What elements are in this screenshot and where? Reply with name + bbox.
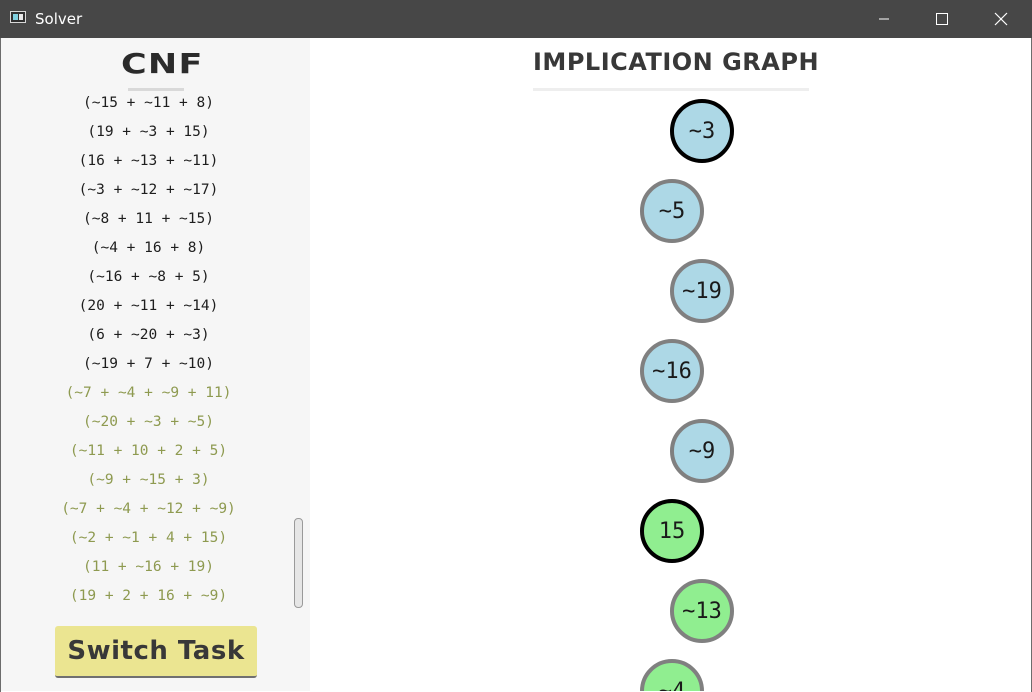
graph-node[interactable]: 15 [640,499,704,563]
clause-item: (16 + ~13 + ~11) [78,153,219,169]
graph-node-label: ~19 [682,278,722,304]
clause-item: (~15 + ~11 + 8) [83,95,214,111]
clause-item: (~19 + 7 + ~10) [83,356,214,372]
window-content: CNF (~15 + ~11 + 8) (19 + ~3 + 15) (16 + ~… [1,38,1031,691]
clause-item: (~4 + 16 + 8) [91,240,206,256]
graph-node-label: ~4 [658,678,686,692]
maximize-icon [936,13,948,25]
window-title: Solver [35,10,83,28]
graph-node-label: ~13 [682,598,722,624]
clause-list-scrollbar[interactable] [294,518,303,609]
graph-title-underline [533,88,809,91]
cnf-title: CNF [121,47,204,80]
clause-item: (19 + ~3 + 15) [87,124,210,140]
clause-item: (~7 + ~4 + ~9 + 11) [65,385,232,401]
close-button[interactable] [972,0,1030,38]
clause-item: (~9 + ~15 + 3) [87,472,210,488]
graph-node[interactable]: ~5 [640,179,704,243]
graph-node[interactable]: ~16 [640,339,704,403]
close-icon [994,12,1008,26]
clause-item: (~8 + 11 + ~15) [83,211,214,227]
graph-node[interactable]: ~9 [670,419,734,483]
title-bar: Solver [0,0,1032,38]
clause-list[interactable]: (~15 + ~11 + 8) (19 + ~3 + 15) (16 + ~13 +… [1,89,296,609]
cnf-panel: CNF (~15 + ~11 + 8) (19 + ~3 + 15) (16 + ~… [1,38,310,691]
switch-task-label: Switch Task [67,636,245,666]
clause-item: (6 + ~20 + ~3) [87,327,210,343]
clause-item: (~11 + 10 + 2 + 5) [69,443,228,459]
graph-node-label: ~9 [688,438,716,464]
clause-item: (19 + 2 + 16 + ~9) [69,588,228,604]
clause-item: (~7 + ~4 + ~12 + ~9) [61,501,236,517]
minimize-button[interactable] [855,0,913,38]
clause-item: (20 + ~11 + ~14) [78,298,219,314]
graph-node[interactable]: ~3 [670,99,734,163]
graph-node-label: ~16 [652,358,692,384]
clause-item: (11 + ~16 + 19) [83,559,214,575]
clause-item: (~3 + ~12 + ~17) [78,182,219,198]
graph-node[interactable]: ~19 [670,259,734,323]
graph-node-label: ~5 [658,198,686,224]
graph-node-label: 15 [658,518,686,544]
scrollbar-thumb[interactable] [294,518,303,608]
graph-title: IMPLICATION GRAPH [533,48,820,76]
switch-task-button[interactable]: Switch Task [55,626,257,678]
clause-item: (~16 + ~8 + 5) [87,269,210,285]
graph-node-label: ~3 [688,118,716,144]
maximize-button[interactable] [913,0,971,38]
minimize-icon [879,18,889,20]
app-icon [10,11,26,23]
clause-item: (~20 + ~3 + ~5) [83,414,214,430]
graph-node[interactable]: ~13 [670,579,734,643]
clause-item: (~2 + ~1 + 4 + 15) [69,530,228,546]
graph-node[interactable]: ~4 [640,659,704,691]
